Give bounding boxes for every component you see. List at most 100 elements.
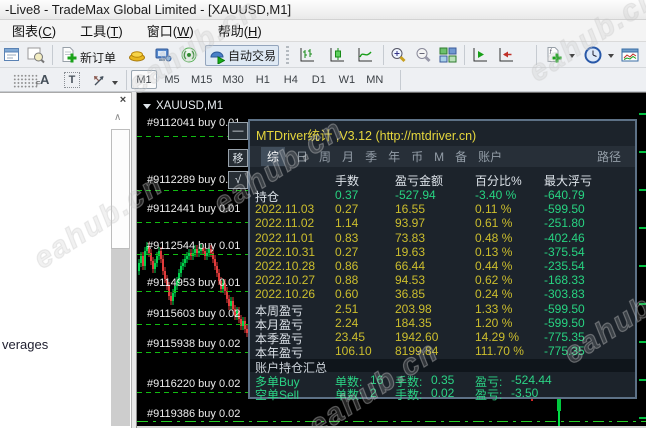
bar-chart-icon[interactable] <box>298 46 316 64</box>
table-row: 持仓 0.37 -527.94 -3.40 % -640.79 <box>255 188 585 204</box>
menu-bar: 图表(C) 工具(T) 窗口(W) 帮助(H) <box>0 20 646 42</box>
order-line[interactable] <box>137 291 249 292</box>
window-title: -Live8 - TradeMax Global Limited - [XAUU… <box>5 2 292 17</box>
order-label: #9112441 buy 0.01 <box>147 203 241 215</box>
candlestick-chart-icon[interactable] <box>328 46 346 64</box>
tab-m[interactable]: M <box>434 150 444 164</box>
price-scale-ticks <box>639 113 646 421</box>
navigator-panel: × ∧ verages <box>0 92 131 428</box>
order-line[interactable] <box>137 222 249 223</box>
mtdriver-stats-panel: MTDriver统计 ,V3.12 (http://mtdriver.cn) 综… <box>248 119 637 402</box>
profile-search-icon[interactable] <box>27 46 45 64</box>
tile-windows-icon[interactable] <box>439 46 457 64</box>
scroll-up-icon[interactable]: ∧ <box>114 112 121 123</box>
timeframe-m15[interactable]: M15 <box>187 70 216 89</box>
tab-account[interactable]: 账户 <box>478 148 502 165</box>
menu-tools[interactable]: 工具(T) <box>68 19 135 42</box>
order-label: #9119386 buy 0.02 <box>147 408 241 420</box>
col-profit: 盈亏金额 <box>395 174 444 188</box>
table-row: 2022.11.03 0.27 16.55 0.11 % -599.50 <box>255 202 585 217</box>
order-line[interactable] <box>137 392 249 393</box>
timeframe-h1[interactable]: H1 <box>250 70 276 89</box>
arrows-tool-icon[interactable] <box>90 72 108 90</box>
toolbar-separator <box>464 45 465 65</box>
line-chart-icon[interactable] <box>356 46 374 64</box>
periods-dropdown-icon[interactable] <box>608 54 614 58</box>
text-tool-icon[interactable]: A <box>40 72 49 87</box>
window-titlebar: -Live8 - TradeMax Global Limited - [XAUU… <box>0 0 646 20</box>
table-row: 2022.10.31 0.27 19.63 0.13 % -375.54 <box>255 244 585 259</box>
menu-help[interactable]: 帮助(H) <box>206 19 274 42</box>
zoom-in-icon[interactable] <box>389 46 407 64</box>
order-label: #9112289 buy 0.01 <box>147 174 241 186</box>
toolbar-separator <box>400 70 401 90</box>
tab-path[interactable]: 路径 <box>597 148 621 165</box>
order-label: #9115938 buy 0.02 <box>147 338 241 350</box>
order-line[interactable] <box>137 254 249 255</box>
table-row: 本年盈亏 106.10 8199.84 111.70 % -775.35 <box>255 344 585 361</box>
data-center-icon[interactable] <box>154 46 172 64</box>
menu-chart[interactable]: 图表(C) <box>0 19 68 42</box>
candle-spike-body <box>557 399 561 411</box>
order-line[interactable] <box>137 190 249 191</box>
tab-currency[interactable]: 币 <box>411 148 423 165</box>
stats-column-headers: 手数 盈亏金额 百分比% 最大浮亏 <box>250 172 635 188</box>
new-order-button[interactable]: 新订单 <box>80 49 116 66</box>
zoom-out-icon[interactable] <box>414 46 432 64</box>
order-label: #9114953 buy 0.01 <box>147 277 241 289</box>
scrollbar-track[interactable] <box>111 249 130 426</box>
col-lots: 手数 <box>335 174 360 188</box>
chart-area[interactable]: XAUUSD,M1 #9112041 buy 0.01 #9112289 buy… <box>137 92 646 428</box>
chart-symbol-label: XAUUSD,M1 <box>143 100 223 112</box>
stats-minimize-button[interactable]: — <box>228 122 248 140</box>
indicators-dropdown-icon[interactable] <box>569 54 575 58</box>
table-row: 2022.11.02 1.14 93.97 0.61 % -251.80 <box>255 216 585 231</box>
chart-shift-icon[interactable] <box>497 46 515 64</box>
market-watch-icon[interactable] <box>128 46 146 64</box>
timeframe-mn[interactable]: MN <box>362 70 388 89</box>
tab-day[interactable]: 日 <box>296 148 308 165</box>
tab-month[interactable]: 月 <box>342 148 354 165</box>
table-row: 本周盈亏 2.51 203.98 1.33 % -599.50 <box>255 301 585 318</box>
tab-year[interactable]: 年 <box>388 148 400 165</box>
tab-week[interactable]: 周 <box>319 148 331 165</box>
table-row: 2022.10.28 0.86 66.44 0.44 % -235.54 <box>255 258 585 273</box>
account-summary-header: 账户持仓汇总 <box>250 359 635 375</box>
timeframe-m30[interactable]: M30 <box>218 70 247 89</box>
auto-trading-button[interactable]: 自动交易 <box>205 45 279 66</box>
order-line[interactable] <box>137 324 249 325</box>
stats-rows: 持仓 0.37 -527.94 -3.40 % -640.79 2022.11.03 0.… <box>250 188 635 361</box>
timeframe-h4[interactable]: H4 <box>278 70 304 89</box>
templates-icon[interactable] <box>621 46 639 64</box>
periods-clock-icon[interactable] <box>584 46 602 64</box>
text-label-tool-icon[interactable]: T <box>64 72 80 88</box>
timeframe-w1[interactable]: W1 <box>334 70 360 89</box>
tab-quarter[interactable]: 季 <box>365 148 377 165</box>
indicators-icon[interactable]: f <box>545 46 563 64</box>
arrows-dropdown-icon[interactable] <box>112 81 118 85</box>
col-drawdown: 最大浮亏 <box>544 174 593 188</box>
timeframe-m5[interactable]: M5 <box>159 70 185 89</box>
order-label: #9112041 buy 0.01 <box>147 117 241 129</box>
navigator-item-moving-averages[interactable]: verages <box>2 337 48 352</box>
timeframe-toolbar: M1 M5 M15 M30 H1 H4 D1 W1 MN <box>131 70 388 89</box>
summary-row-sell: 空单Sell 单数: 2 手数: 0.02 盈亏: -3.50 <box>255 386 539 402</box>
scrollbar-thumb[interactable] <box>111 129 130 249</box>
tab-note[interactable]: 备 <box>455 148 467 165</box>
chart-window-icon[interactable] <box>3 46 21 64</box>
menu-window[interactable]: 窗口(W) <box>135 19 206 42</box>
toolbar-standard: 新订单 自动交易 f <box>0 42 646 68</box>
tab-summary[interactable]: 综 <box>261 147 286 166</box>
signals-icon[interactable] <box>180 46 198 64</box>
auto-scroll-icon[interactable] <box>471 46 489 64</box>
order-line[interactable] <box>137 352 249 353</box>
timeframe-m1[interactable]: M1 <box>131 70 157 89</box>
timeframe-d1[interactable]: D1 <box>306 70 332 89</box>
stats-move-button[interactable]: 移 <box>228 149 248 167</box>
stats-confirm-button[interactable]: √ <box>228 171 248 189</box>
table-row: 本季盈亏 23.45 1942.60 14.29 % -775.35 <box>255 329 585 346</box>
table-row: 本月盈亏 2.24 184.35 1.20 % -599.50 <box>255 315 585 332</box>
summary-row-buy: 多单Buy 单数: 16 手数: 0.35 盈亏: -524.44 <box>255 373 552 389</box>
panel-close-icon[interactable]: × <box>117 94 129 106</box>
new-order-icon[interactable] <box>60 46 78 64</box>
